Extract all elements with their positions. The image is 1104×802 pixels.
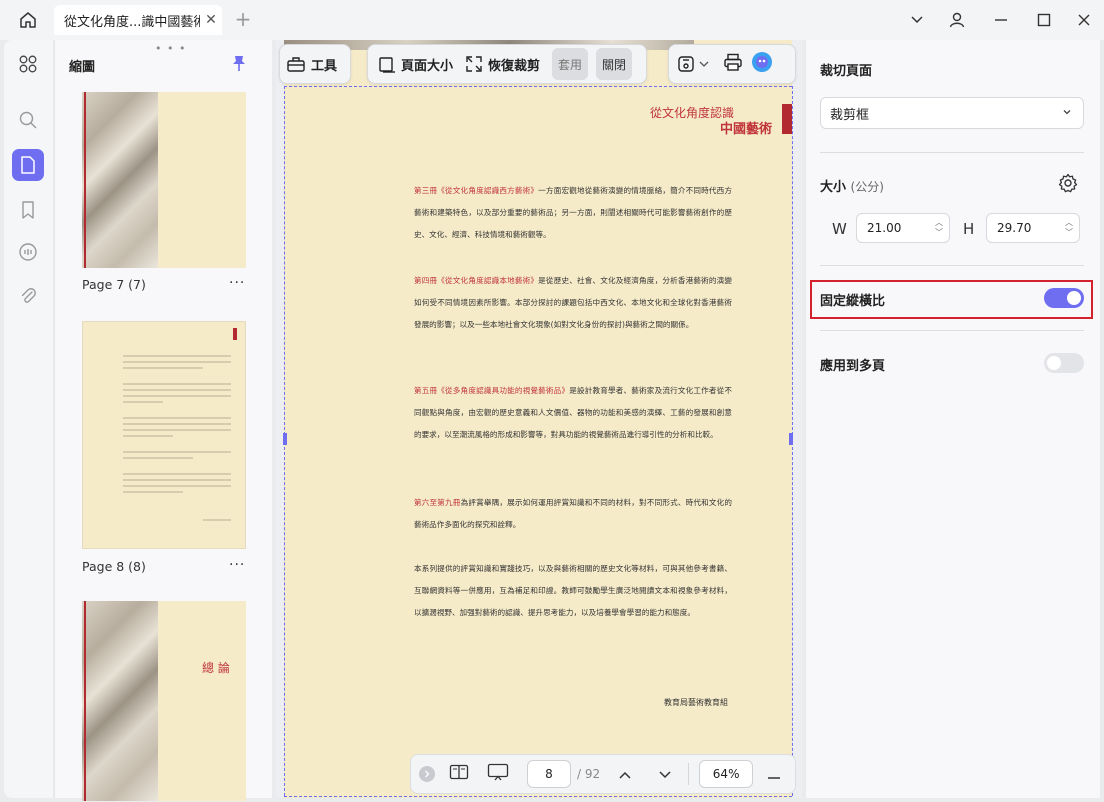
marble-image	[82, 92, 158, 268]
account-icon[interactable]	[946, 10, 968, 30]
height-input[interactable]: 29.70 ︿ ﹀	[986, 213, 1080, 243]
tools-button[interactable]: 工具	[280, 48, 343, 80]
thumbnails-header: 縮圖	[69, 60, 96, 75]
print-icon[interactable]	[723, 53, 743, 75]
chevron-down-icon	[1061, 106, 1073, 122]
crop-handle-right[interactable]	[789, 433, 793, 445]
page-red-tab	[782, 104, 792, 134]
paragraph: 第四冊《從文化角度認識本地藝術》是從歷史、社會、文化及經濟角度，分析香港藝術的演…	[414, 276, 733, 329]
tab-close-icon[interactable]: ✕	[200, 12, 222, 28]
divider	[820, 265, 1084, 266]
new-tab-button[interactable]: +	[232, 8, 254, 32]
home-icon[interactable]	[14, 8, 42, 32]
paragraph: 第五冊《從多角度認識具功能的視覺藝術品》是設計教育學者、藝術家及流行文化工作者從…	[414, 386, 732, 439]
zoom-out-icon[interactable]	[767, 765, 781, 784]
thumbnail-page-9[interactable]: 總 論	[82, 601, 246, 801]
save-icon[interactable]	[677, 55, 709, 73]
crop-box-value: 裁剪框	[830, 107, 870, 123]
page-thumbnails-icon[interactable]	[12, 149, 44, 181]
pin-icon[interactable]	[231, 54, 247, 76]
search-icon[interactable]	[12, 104, 44, 136]
crop-handle-left[interactable]	[283, 433, 287, 445]
collapse-arrow-icon[interactable]	[419, 766, 435, 782]
size-unit: (公分)	[850, 180, 884, 194]
crop-box-bottom-edge[interactable]	[284, 796, 792, 797]
page-header-line2: 中國藝術	[720, 122, 773, 137]
maximize-icon[interactable]	[1033, 10, 1055, 30]
next-page-icon[interactable]	[658, 765, 672, 784]
apply-button[interactable]: 套用	[552, 48, 589, 80]
current-page-input[interactable]: 8	[527, 760, 571, 788]
highlight-box	[810, 280, 1093, 319]
divider	[820, 152, 1084, 153]
ai-assistant-icon[interactable]	[751, 51, 773, 77]
paragraph: 第六至第九冊為評賞舉隅，展示如何運用評賞知識和不同的材料，對不同形式、時代和文化…	[414, 498, 732, 529]
chevron-down-icon	[699, 61, 709, 67]
toolbox-icon	[287, 57, 305, 72]
thumbnail-more-button[interactable]: ···	[229, 557, 245, 573]
document-tab[interactable]: 從文化角度...識中國藝術 ✕	[54, 5, 222, 35]
size-label: 大小 (公分)	[820, 180, 884, 195]
close-window-icon[interactable]	[1073, 10, 1095, 30]
previous-page-icon[interactable]	[618, 765, 632, 784]
thumbnail-label: Page 7 (7)	[82, 277, 146, 292]
thumbnail-more-button[interactable]: ···	[229, 275, 245, 291]
height-value: 29.70	[997, 221, 1032, 235]
page-size-icon	[379, 57, 395, 73]
page-navigation-bar: 8 / 92 64%	[410, 754, 796, 794]
divider	[820, 330, 1084, 331]
crop-toolbar: 頁面大小 恢復裁剪 套用 關閉	[367, 44, 647, 84]
thumbnail-label: Page 8 (8)	[82, 559, 146, 574]
paragraph: 第三冊《從文化角度認識西方藝術》一方面宏觀地從藝術演變的情境脈絡，簡介不同時代西…	[414, 186, 733, 239]
red-border-line	[84, 92, 86, 268]
thumbnail-page-7[interactable]	[82, 92, 246, 268]
apps-grid-icon[interactable]	[12, 48, 44, 80]
apply-multi-label: 應用到多頁	[820, 359, 886, 374]
total-pages: / 92	[577, 767, 601, 781]
title-bar: 從文化角度...識中國藝術 ✕ +	[0, 0, 1104, 40]
divider	[688, 763, 690, 785]
zoom-level[interactable]: 64%	[699, 760, 754, 788]
toggle-knob	[1047, 356, 1061, 370]
tab-title: 從文化角度...識中國藝術	[64, 14, 200, 30]
width-stepper-icon[interactable]: ︿ ﹀	[935, 218, 943, 238]
thumbnail-heading: 總 論	[202, 661, 230, 675]
restore-crop-label: 恢復裁剪	[488, 58, 541, 74]
tools-label: 工具	[311, 58, 338, 74]
height-label: H	[963, 220, 975, 238]
page-size-button[interactable]: 頁面大小	[372, 48, 459, 80]
gear-icon[interactable]	[1058, 173, 1078, 197]
crop-box-top-edge[interactable]	[284, 86, 792, 87]
thumbnails-panel: • • • 縮圖 Page 7 (7) ··· Page 8 (8) ··· 總…	[54, 40, 272, 801]
thumbnail-page-8[interactable]	[82, 321, 246, 549]
marble-image	[82, 601, 158, 801]
panel-drag-handle[interactable]: • • •	[155, 42, 186, 55]
height-stepper-icon[interactable]: ︿ ﹀	[1065, 218, 1073, 238]
minimize-icon[interactable]	[990, 10, 1012, 30]
file-toolbar	[668, 44, 796, 84]
expand-icon	[466, 56, 482, 72]
crop-settings-panel: 裁切頁面 裁剪框 大小 (公分) W 21.00 ︿ ﹀ H 29.70 ︿ ﹀ 固…	[806, 40, 1100, 798]
restore-crop-button[interactable]: 恢復裁剪	[459, 48, 546, 80]
attachment-icon[interactable]	[12, 280, 44, 312]
paragraph: 本系列提供的評賞知識和實踐技巧，以及與藝術相關的歷史文化等材料，可與其他參考書籍…	[414, 564, 732, 617]
tools-toolbar: 工具	[279, 44, 351, 84]
crop-box-select[interactable]: 裁剪框	[820, 97, 1084, 129]
comment-icon[interactable]	[12, 236, 44, 268]
close-crop-button[interactable]: 關閉	[596, 48, 633, 80]
presentation-icon[interactable]	[487, 763, 509, 785]
width-input[interactable]: 21.00 ︿ ﹀	[856, 213, 950, 243]
width-label: W	[832, 220, 847, 238]
red-border-line	[84, 601, 86, 801]
apply-multi-toggle[interactable]	[1044, 353, 1084, 373]
page-signature: 教育局藝術教育組	[664, 698, 728, 707]
chevron-down-icon[interactable]	[906, 10, 928, 30]
mini-page-text	[123, 328, 237, 521]
width-value: 21.00	[867, 221, 902, 235]
bookmark-icon[interactable]	[12, 194, 44, 226]
page-layout-icon[interactable]	[449, 764, 469, 784]
panel-title: 裁切頁面	[820, 64, 873, 79]
page-size-label: 頁面大小	[401, 58, 454, 74]
left-icon-rail	[4, 40, 53, 798]
